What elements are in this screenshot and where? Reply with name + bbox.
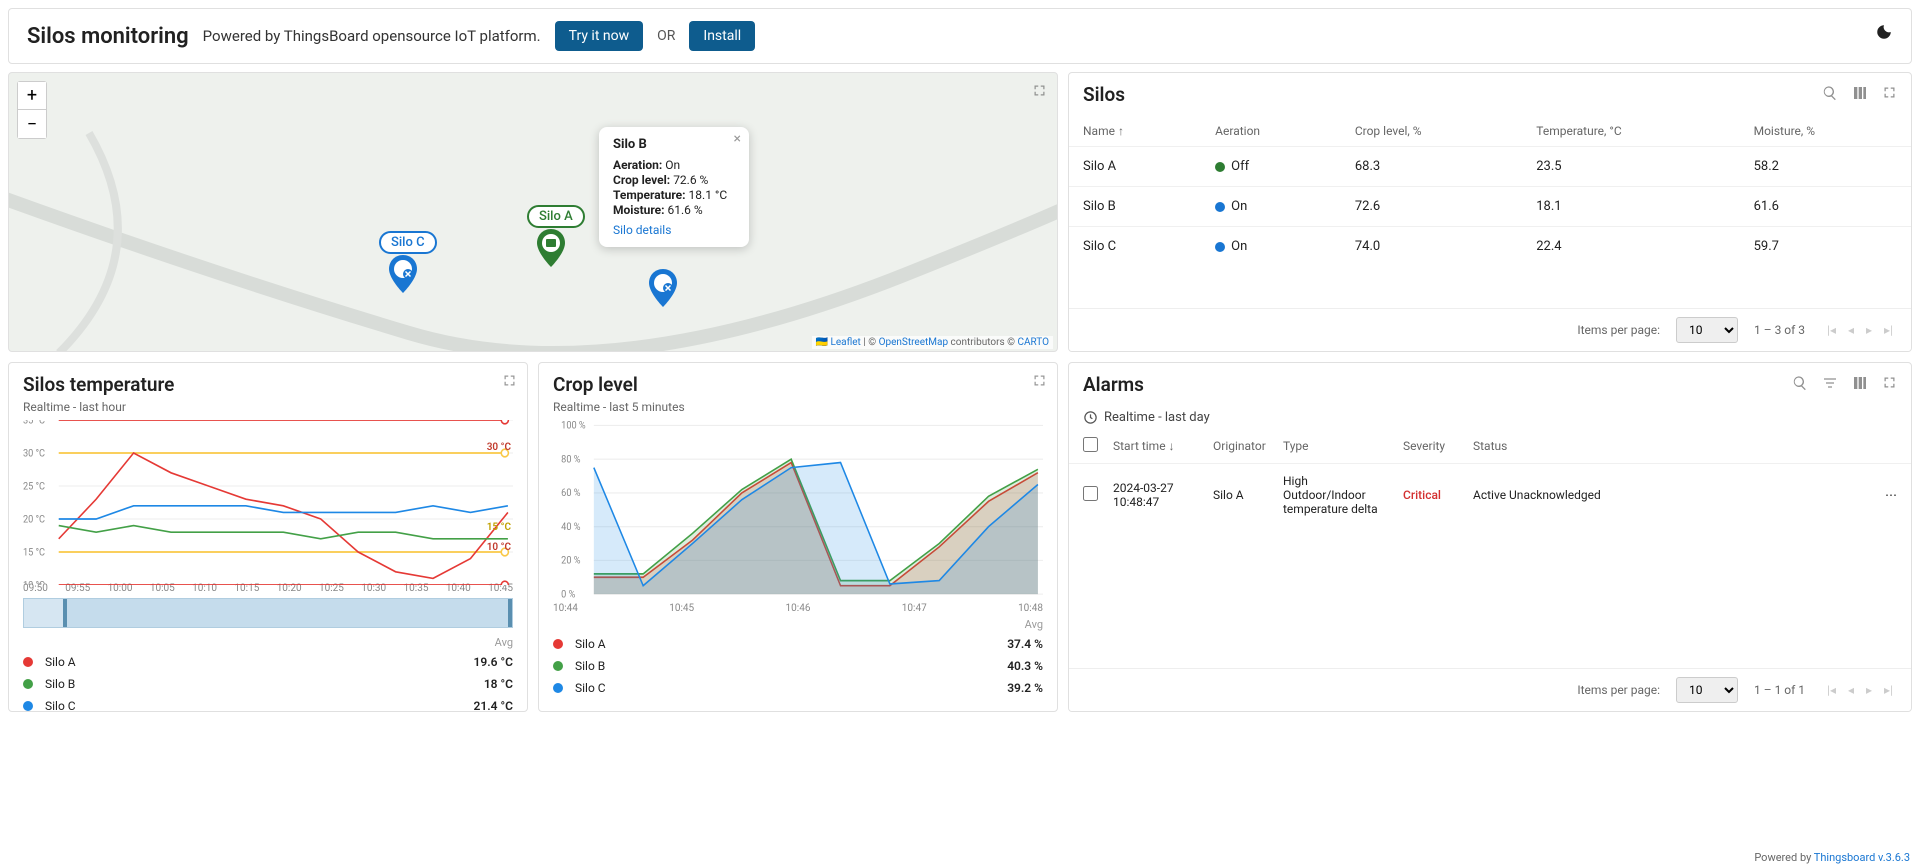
legend-item[interactable]: Silo B18 °C xyxy=(9,673,527,695)
col-severity[interactable]: Severity xyxy=(1403,439,1463,453)
table-row[interactable]: Silo A Off 68.323.558.2 xyxy=(1069,147,1911,187)
page-prev-icon[interactable]: ◂ xyxy=(1848,323,1854,337)
install-button[interactable]: Install xyxy=(689,21,755,51)
table-row[interactable]: Silo B On 72.618.161.6 xyxy=(1069,187,1911,227)
col-status[interactable]: Status xyxy=(1473,439,1897,453)
page-first-icon[interactable]: |◂ xyxy=(1827,683,1836,697)
svg-text:35 °C: 35 °C xyxy=(23,420,45,426)
temp-chart-canvas[interactable]: 10 °C15 °C20 °C25 °C30 °C35 °C 30 °C 15 … xyxy=(9,420,527,585)
footer-powered-by: Powered by Thingsboard v.3.6.3 xyxy=(1754,851,1910,864)
or-label: OR xyxy=(657,28,675,44)
page-last-icon[interactable]: ▸| xyxy=(1884,683,1893,697)
svg-text:100 %: 100 % xyxy=(561,420,586,431)
legend-item[interactable]: Silo C21.4 °C xyxy=(9,695,527,712)
select-all-checkbox[interactable] xyxy=(1083,437,1098,452)
svg-text:0 %: 0 % xyxy=(561,589,575,600)
col-temp[interactable]: Temperature, °C xyxy=(1522,116,1739,147)
zoom-out-button[interactable]: − xyxy=(18,110,46,138)
col-crop[interactable]: Crop level, % xyxy=(1341,116,1522,147)
map-widget[interactable]: + − Silo C Silo A × Silo B Aeration: On … xyxy=(8,72,1058,352)
alarms-pager: Items per page: 10 1 – 1 of 1 |◂◂▸▸| xyxy=(1069,668,1911,711)
crop-chart-widget: Crop level Realtime - last 5 minutes 0 %… xyxy=(538,362,1058,712)
svg-text:60 %: 60 % xyxy=(561,488,580,499)
fullscreen-icon[interactable] xyxy=(502,373,517,392)
col-aeration[interactable]: Aeration xyxy=(1201,116,1341,147)
fullscreen-icon[interactable] xyxy=(1882,85,1897,104)
silo-details-link[interactable]: Silo details xyxy=(613,223,735,237)
row-checkbox[interactable] xyxy=(1083,486,1098,501)
filter-icon[interactable] xyxy=(1822,375,1838,395)
page-next-icon[interactable]: ▸ xyxy=(1866,683,1872,697)
silos-table-widget: Silos Name ↑ Aeration Crop level, % Temp… xyxy=(1068,72,1912,352)
search-icon[interactable] xyxy=(1792,375,1808,395)
col-moist[interactable]: Moisture, % xyxy=(1740,116,1911,147)
pin-label-silo-c[interactable]: Silo C xyxy=(379,231,437,254)
map-attribution: 🇺🇦 Leaflet | © OpenStreetMap contributor… xyxy=(812,336,1054,349)
columns-icon[interactable] xyxy=(1852,375,1868,395)
legend-item[interactable]: Silo B40.3 % xyxy=(539,655,1057,677)
page-first-icon[interactable]: |◂ xyxy=(1827,323,1836,337)
map-zoom-controls: + − xyxy=(17,81,47,139)
map-pin-silo-b[interactable] xyxy=(647,269,679,309)
alarms-widget: Alarms Realtime - last day Start time ↓ … xyxy=(1068,362,1912,712)
page-next-icon[interactable]: ▸ xyxy=(1866,323,1872,337)
time-brush[interactable] xyxy=(23,598,513,628)
fullscreen-icon[interactable] xyxy=(1032,373,1047,392)
search-icon[interactable] xyxy=(1822,85,1838,105)
page-last-icon[interactable]: ▸| xyxy=(1884,323,1893,337)
clock-icon xyxy=(1083,410,1098,425)
more-icon[interactable]: ⋯ xyxy=(1877,488,1897,502)
col-start-time[interactable]: Start time ↓ xyxy=(1113,439,1203,453)
svg-text:25 °C: 25 °C xyxy=(23,481,45,492)
silos-pager: Items per page: 10 1 – 3 of 3 |◂◂▸▸| xyxy=(1069,308,1911,351)
popup-title: Silo B xyxy=(613,137,735,152)
svg-text:80 %: 80 % xyxy=(561,454,580,465)
alarms-subtitle: Realtime - last day xyxy=(1069,406,1911,429)
table-row[interactable]: Silo C On 74.022.459.7 xyxy=(1069,227,1911,267)
map-popup: × Silo B Aeration: On Crop level: 72.6 %… xyxy=(599,127,749,247)
try-it-button[interactable]: Try it now xyxy=(555,21,644,51)
svg-text:20 °C: 20 °C xyxy=(23,514,45,525)
legend-item[interactable]: Silo C39.2 % xyxy=(539,677,1057,699)
fullscreen-icon[interactable] xyxy=(1882,375,1897,394)
svg-text:30 °C: 30 °C xyxy=(23,448,45,459)
col-originator[interactable]: Originator xyxy=(1213,439,1273,453)
crop-chart-subtitle: Realtime - last 5 minutes xyxy=(539,400,1057,420)
pin-label-silo-a[interactable]: Silo A xyxy=(527,205,585,228)
silos-table-title: Silos xyxy=(1083,83,1822,106)
svg-text:20 %: 20 % xyxy=(561,555,580,566)
columns-icon[interactable] xyxy=(1852,85,1868,105)
page-prev-icon[interactable]: ◂ xyxy=(1848,683,1854,697)
map-pin-silo-a[interactable] xyxy=(535,229,567,269)
col-type[interactable]: Type xyxy=(1283,439,1393,453)
crop-chart-title: Crop level xyxy=(539,363,1057,400)
header-subtitle: Powered by ThingsBoard opensource IoT pl… xyxy=(203,27,541,45)
page-title: Silos monitoring xyxy=(27,24,189,49)
legend-item[interactable]: Silo A19.6 °C xyxy=(9,651,527,673)
zoom-in-button[interactable]: + xyxy=(18,82,46,110)
svg-text:40 %: 40 % xyxy=(561,522,580,533)
alarm-row[interactable]: 2024-03-27 10:48:47 Silo A High Outdoor/… xyxy=(1069,463,1911,526)
items-per-page-select[interactable]: 10 xyxy=(1676,677,1738,703)
svg-text:15 °C: 15 °C xyxy=(23,547,45,558)
svg-text:10 °C: 10 °C xyxy=(23,580,45,585)
silos-table: Name ↑ Aeration Crop level, % Temperatur… xyxy=(1069,116,1911,266)
items-per-page-select[interactable]: 10 xyxy=(1676,317,1738,343)
col-name[interactable]: Name ↑ xyxy=(1069,116,1201,147)
header-bar: Silos monitoring Powered by ThingsBoard … xyxy=(8,8,1912,64)
legend-item[interactable]: Silo A37.4 % xyxy=(539,633,1057,655)
temp-chart-title: Silos temperature xyxy=(9,363,527,400)
alarms-title: Alarms xyxy=(1083,373,1792,396)
map-pin-silo-c[interactable] xyxy=(387,255,419,295)
crop-chart-canvas[interactable]: 0 % 20 % 40 % 60 % 80 % 100 % xyxy=(539,420,1057,605)
close-icon[interactable]: × xyxy=(734,131,741,147)
temp-chart-subtitle: Realtime - last hour xyxy=(9,400,527,420)
dark-mode-icon[interactable] xyxy=(1875,23,1893,45)
temperature-chart-widget: Silos temperature Realtime - last hour 1… xyxy=(8,362,528,712)
